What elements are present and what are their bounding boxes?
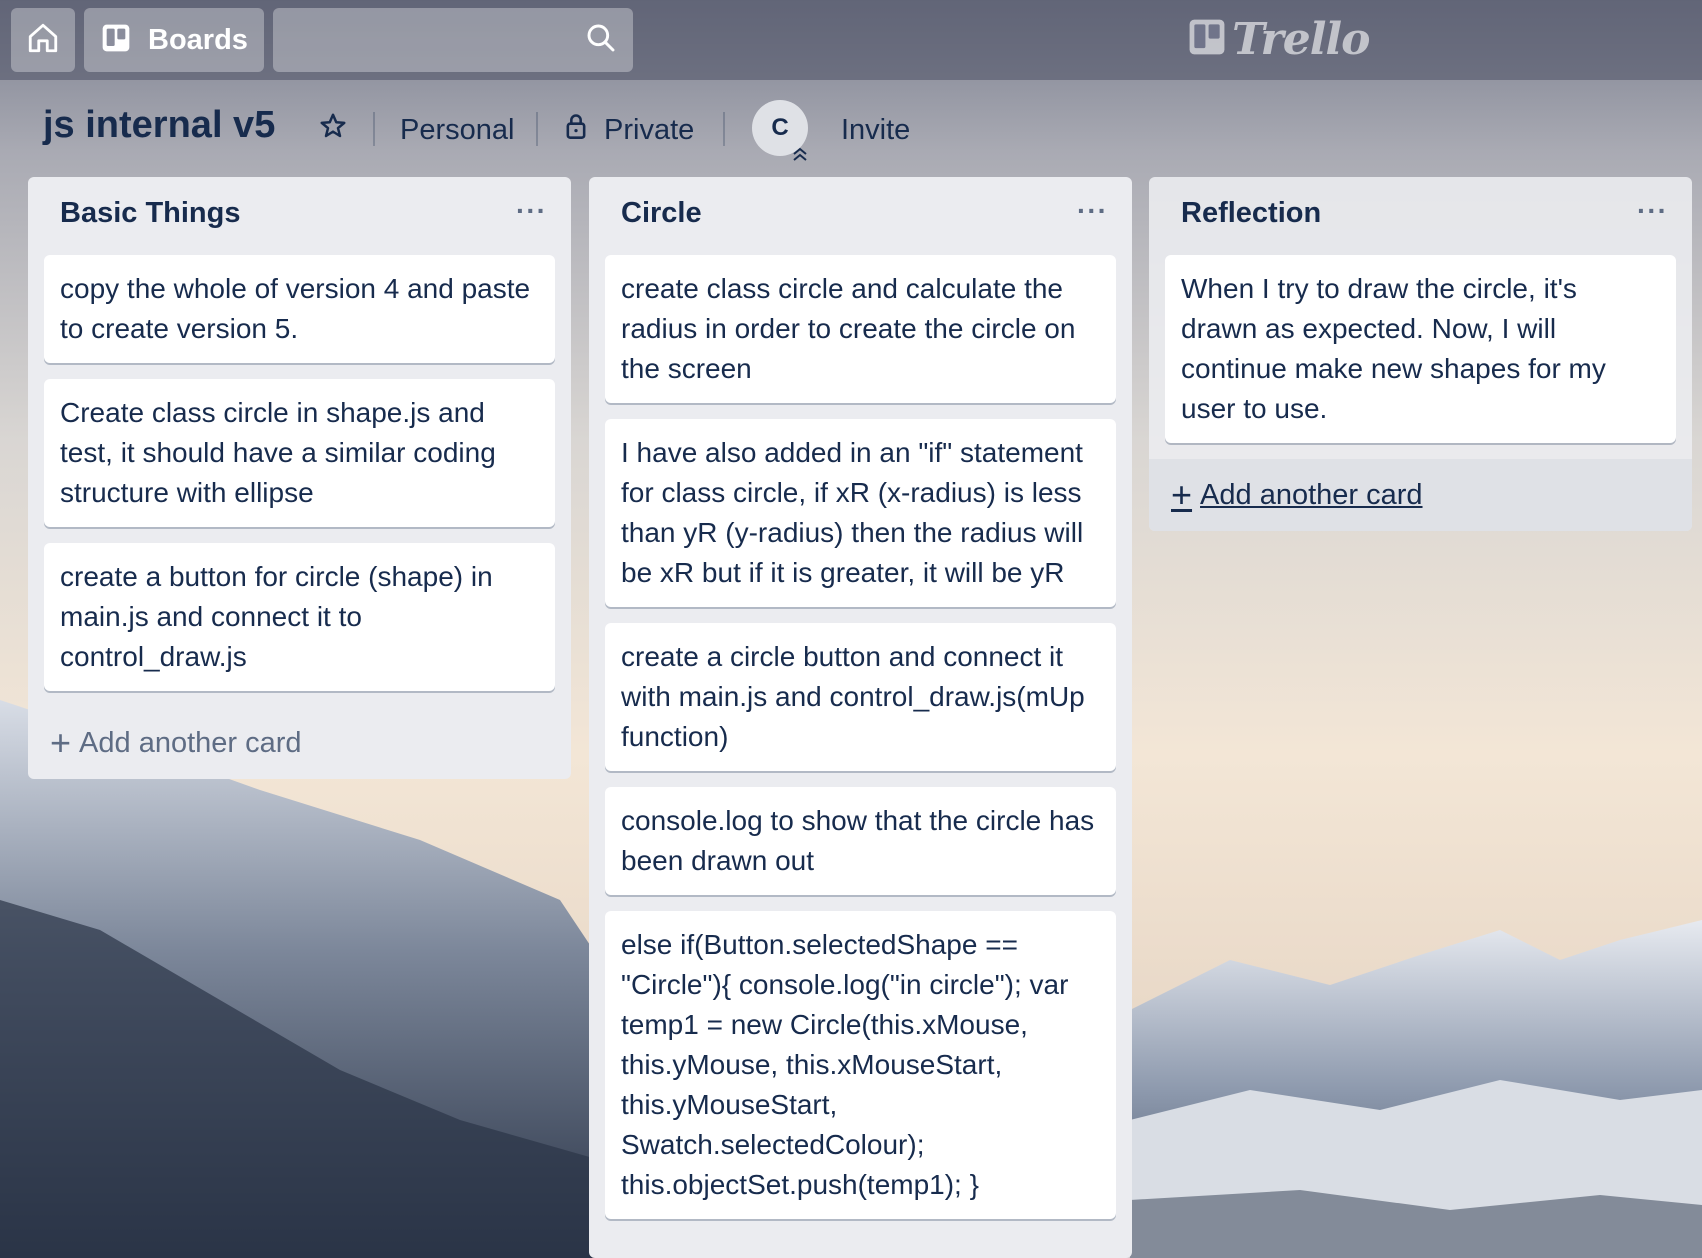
team-label: Personal (400, 113, 515, 146)
list-menu-icon[interactable]: ··· (516, 195, 547, 227)
avatar-initial: C (771, 114, 789, 141)
star-button[interactable] (318, 110, 348, 150)
top-navigation-bar: Boards Trello (0, 0, 1702, 80)
home-button[interactable] (11, 8, 75, 72)
header-divider (536, 112, 538, 146)
board-icon (100, 22, 132, 59)
list-title[interactable]: Circle (621, 197, 702, 230)
search-icon (585, 22, 617, 59)
list-basic-things: Basic Things ··· copy the whole of versi… (28, 177, 571, 779)
trello-logo[interactable]: Trello (1188, 14, 1370, 65)
avatar[interactable]: C (752, 100, 808, 161)
team-button[interactable]: Personal (400, 110, 514, 150)
boards-label: Boards (148, 23, 248, 56)
visibility-label: Private (604, 113, 695, 146)
board-header: js internal v5 Personal Private C Invite (0, 88, 1702, 168)
card[interactable]: create a circle button and connect it wi… (605, 623, 1116, 771)
home-icon (26, 21, 60, 60)
card[interactable]: Create class circle in shape.js and test… (44, 379, 555, 527)
card[interactable]: copy the whole of version 4 and paste to… (44, 255, 555, 363)
star-icon (318, 111, 348, 149)
card[interactable]: create class circle and calculate the ra… (605, 255, 1116, 403)
plus-icon: + (1171, 474, 1193, 515)
board-title[interactable]: js internal v5 (43, 104, 275, 147)
trello-logo-text: Trello (1232, 14, 1370, 65)
add-card-label: Add another card (1200, 478, 1423, 511)
card[interactable]: create a button for circle (shape) in ma… (44, 543, 555, 691)
list-header: Reflection ··· (1149, 177, 1692, 255)
visibility-button[interactable]: Private (564, 110, 694, 150)
search-input[interactable] (273, 8, 633, 72)
card[interactable]: else if(Button.selectedShape == "Circle"… (605, 911, 1116, 1219)
list-menu-icon[interactable]: ··· (1637, 195, 1668, 227)
card[interactable]: I have also added in an "if" statement f… (605, 419, 1116, 607)
add-card-button[interactable]: + Add another card (1149, 459, 1692, 531)
list-circle: Circle ··· create class circle and calcu… (589, 177, 1132, 1258)
list-title[interactable]: Basic Things (60, 197, 241, 230)
plus-icon: + (50, 722, 72, 763)
invite-button[interactable]: Invite (841, 110, 910, 150)
list-header: Basic Things ··· (28, 177, 571, 255)
header-divider (723, 112, 725, 146)
invite-label: Invite (841, 113, 911, 146)
boards-button[interactable]: Boards (84, 8, 264, 72)
list-reflection: Reflection ··· When I try to draw the ci… (1149, 177, 1692, 531)
list-menu-icon[interactable]: ··· (1077, 195, 1108, 227)
lock-icon (564, 112, 588, 148)
add-card-button[interactable]: + Add another card (28, 707, 571, 779)
header-divider (373, 112, 375, 146)
card[interactable]: When I try to draw the circle, it's draw… (1165, 255, 1676, 443)
add-card-label: Add another card (79, 726, 302, 759)
card[interactable]: console.log to show that the circle has … (605, 787, 1116, 895)
trello-logo-icon (1188, 18, 1226, 61)
admin-chevron-icon (790, 142, 810, 161)
list-header: Circle ··· (589, 177, 1132, 255)
list-title[interactable]: Reflection (1181, 197, 1321, 230)
